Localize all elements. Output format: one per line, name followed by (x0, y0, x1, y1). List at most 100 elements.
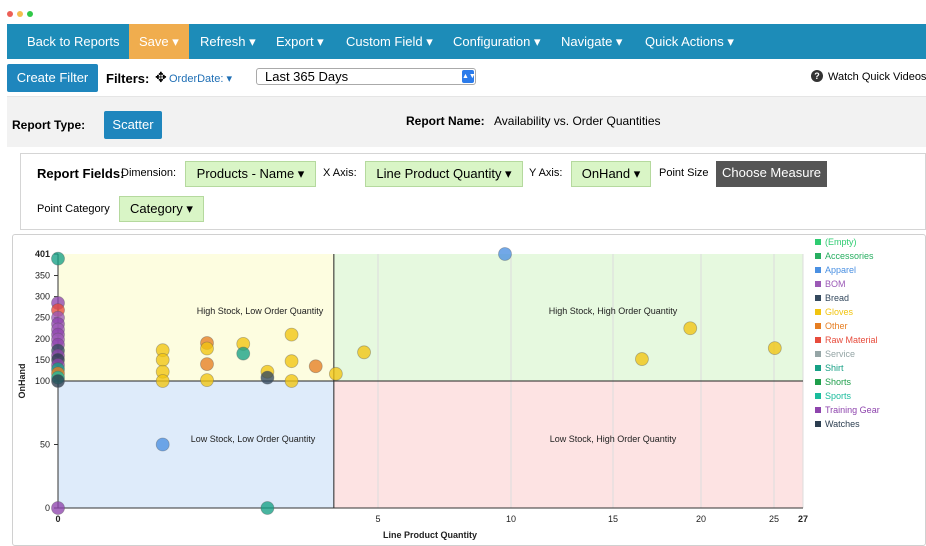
category-select[interactable]: Category ▾ (119, 196, 204, 222)
data-point (357, 345, 371, 360)
app-window: Back to Reports Save ▾ Refresh ▾ Export … (0, 0, 926, 546)
y-axis-label: Y Axis: (529, 167, 563, 179)
legend-swatch (815, 239, 821, 245)
x-tick-label: 25 (769, 514, 779, 524)
data-point (498, 247, 512, 261)
minimize-window-dot[interactable] (17, 11, 23, 17)
date-range-value: Last 365 Days (265, 69, 349, 84)
legend-label: Gloves (825, 307, 854, 317)
report-fields-panel: Report Fields: Dimension: Products - Nam… (20, 153, 926, 230)
refresh-menu[interactable]: Refresh ▾ (200, 24, 256, 59)
export-menu[interactable]: Export ▾ (276, 24, 324, 59)
data-point (328, 366, 343, 381)
data-point (51, 501, 65, 515)
legend-swatch (815, 407, 821, 413)
data-point (155, 353, 170, 367)
x-axis-select[interactable]: Line Product Quantity ▾ (365, 161, 523, 187)
data-point (155, 374, 170, 388)
legend-swatch (815, 323, 821, 329)
move-icon: ✥ (155, 69, 167, 85)
report-name-label: Report Name: (406, 114, 485, 128)
x-axis-label: X Axis: (323, 167, 357, 179)
y-axis-select[interactable]: OnHand ▾ (571, 161, 651, 187)
data-point (200, 341, 214, 356)
data-point (767, 341, 782, 355)
scatter-chart-panel: High Stock, Low Order Quantity High Stock… (12, 234, 926, 546)
report-type-bar: Report Type: Scatter Report Name: Availa… (7, 97, 926, 147)
configuration-menu[interactable]: Configuration ▾ (453, 24, 540, 59)
save-menu[interactable]: Save ▾ (129, 24, 189, 59)
help-icon[interactable]: ? (811, 70, 823, 82)
quadrant-label: High Stock, Low Order Quantity (197, 306, 324, 316)
legend-label: Raw Material (825, 335, 878, 345)
legend-label: Service (825, 349, 855, 359)
legend-swatch (815, 379, 821, 385)
legend-label: Bread (825, 293, 849, 303)
data-point (284, 374, 299, 388)
dimension-select[interactable]: Products - Name ▾ (185, 161, 316, 187)
date-range-select[interactable]: Last 365 Days ▲▼ (256, 68, 476, 85)
data-point (200, 357, 214, 372)
legend-swatch (815, 365, 821, 371)
y-tick-label: 350 (35, 271, 50, 281)
point-size-label: Point Size (659, 167, 709, 179)
x-tick-label: 5 (375, 514, 380, 524)
navigate-menu[interactable]: Navigate ▾ (561, 24, 622, 59)
x-tick-label: 15 (608, 514, 618, 524)
custom-field-menu[interactable]: Custom Field ▾ (346, 24, 433, 59)
data-point (200, 373, 214, 388)
x-tick-label: 10 (506, 514, 516, 524)
legend-swatch (815, 351, 821, 357)
x-tick-label: 27 (798, 514, 808, 524)
legend-swatch (815, 281, 821, 287)
y-tick-label: 0 (45, 503, 50, 513)
x-axis-title: Line Product Quantity (383, 530, 477, 540)
choose-measure-button[interactable]: Choose Measure (716, 161, 827, 187)
legend-label: Shirt (825, 363, 844, 373)
quadrant-low-stock-high-order (333, 381, 803, 508)
legend-swatch (815, 267, 821, 273)
y-tick-label: 150 (35, 355, 50, 365)
legend-label: BOM (825, 279, 846, 289)
legend-swatch (815, 253, 821, 259)
watch-videos-link[interactable]: Watch Quick Videos (828, 71, 926, 83)
y-tick-label: 50 (40, 440, 50, 450)
report-fields-label: Report Fields: (37, 166, 125, 181)
quadrant-low-stock-low-order (58, 381, 334, 508)
legend-swatch (815, 337, 821, 343)
data-point (635, 352, 649, 366)
maximize-window-dot[interactable] (27, 11, 33, 17)
data-point (260, 501, 275, 515)
data-point (683, 321, 698, 336)
data-point (284, 354, 299, 369)
dimension-label: Dimension: (121, 167, 177, 179)
y-tick-label: 401 (35, 249, 50, 259)
report-type-label: Report Type: (12, 118, 86, 132)
filters-label: Filters: (106, 71, 150, 86)
data-point (308, 359, 323, 374)
top-navbar: Back to Reports Save ▾ Refresh ▾ Export … (7, 24, 926, 59)
y-tick-label: 250 (35, 313, 50, 323)
legend-swatch (815, 421, 821, 427)
close-window-dot[interactable] (7, 11, 13, 17)
quadrant-label: Low Stock, Low Order Quantity (191, 434, 316, 444)
legend-label: Sports (825, 391, 852, 401)
y-tick-label: 200 (35, 334, 50, 344)
y-tick-label: 100 (35, 376, 50, 386)
legend-swatch (815, 295, 821, 301)
y-tick-label: 300 (35, 292, 50, 302)
quadrant-label: Low Stock, High Order Quantity (550, 434, 677, 444)
data-point (155, 437, 170, 452)
legend-label: Other (825, 321, 848, 331)
legend-label: Training Gear (825, 405, 880, 415)
orderdate-filter[interactable]: OrderDate: ▾ (169, 72, 232, 85)
back-to-reports-link[interactable]: Back to Reports (27, 24, 120, 59)
create-filter-button[interactable]: Create Filter (7, 64, 98, 92)
legend-label: Shorts (825, 377, 852, 387)
quick-actions-menu[interactable]: Quick Actions ▾ (645, 24, 734, 59)
select-arrows-icon: ▲▼ (462, 70, 476, 83)
scatter-type-button[interactable]: Scatter (104, 111, 162, 139)
window-titlebar (0, 0, 926, 24)
data-point (236, 346, 251, 361)
legend-label: Apparel (825, 265, 856, 275)
